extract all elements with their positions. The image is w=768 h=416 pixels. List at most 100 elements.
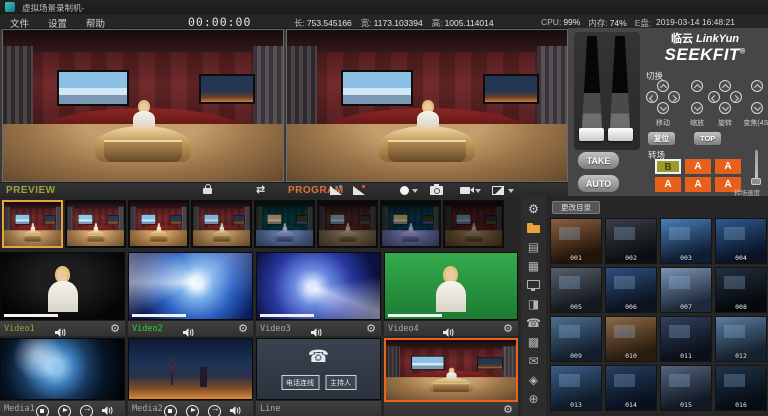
- line-source[interactable]: ☎ 电话连线 主持人 Line: [256, 338, 381, 416]
- menu-settings[interactable]: 设置: [44, 16, 71, 30]
- scene-thumb-016[interactable]: 016: [715, 365, 767, 411]
- image-dropdown-icon[interactable]: [508, 189, 514, 193]
- stop-icon[interactable]: [164, 405, 177, 416]
- menu-help[interactable]: 帮助: [82, 16, 109, 30]
- save-folder-icon[interactable]: [521, 221, 546, 237]
- mail-icon[interactable]: ✉: [521, 354, 546, 370]
- snapshot-camera-icon[interactable]: [430, 186, 443, 195]
- auto-button[interactable]: AUTO: [578, 175, 619, 192]
- transition-wipe-icon-1[interactable]: [330, 185, 343, 195]
- pad-4-down-button[interactable]: [751, 102, 763, 114]
- program-monitor[interactable]: [286, 29, 568, 182]
- play-icon[interactable]: [58, 405, 71, 416]
- lock-icon[interactable]: [203, 188, 212, 194]
- scene-thumb-003[interactable]: 003: [660, 218, 712, 264]
- settings-gear-icon[interactable]: ⚙: [521, 202, 546, 218]
- swap-icon[interactable]: ⇄: [256, 183, 265, 196]
- host-button[interactable]: 主持人: [325, 375, 356, 390]
- video4-source[interactable]: Video4 ⚙: [384, 252, 518, 336]
- pattern-icon[interactable]: ▩: [521, 335, 546, 351]
- transition-wipe-icon-2[interactable]: [353, 185, 366, 195]
- transition-a-button-2[interactable]: A: [715, 159, 741, 174]
- video1-source[interactable]: Video1 ⚙: [0, 252, 125, 336]
- pad-2-down-button[interactable]: [691, 102, 703, 114]
- speaker-icon[interactable]: [102, 402, 113, 416]
- reset-button[interactable]: 复位: [648, 132, 675, 145]
- transition-b-button[interactable]: B: [655, 159, 681, 174]
- record-dropdown-icon[interactable]: [412, 189, 418, 193]
- pad-3-left-button[interactable]: [708, 91, 720, 103]
- gear-icon[interactable]: ⚙: [503, 403, 513, 416]
- filmstrip-thumb-7[interactable]: [380, 200, 441, 248]
- pad-3-up-button[interactable]: [719, 80, 731, 92]
- loop-icon[interactable]: [80, 405, 93, 416]
- scene-thumb-007[interactable]: 007: [660, 267, 712, 313]
- network-icon[interactable]: ◈: [521, 373, 546, 389]
- scene-thumb-002[interactable]: 002: [605, 218, 657, 264]
- t-bar-handle-left[interactable]: [579, 128, 604, 141]
- pad-2-up-button[interactable]: [691, 80, 703, 92]
- scene-thumb-011[interactable]: 011: [660, 316, 712, 362]
- menu-file[interactable]: 文件: [6, 16, 33, 30]
- take-button[interactable]: TAKE: [578, 152, 619, 169]
- scene-thumb-015[interactable]: 015: [660, 365, 712, 411]
- scene-thumb-014[interactable]: 014: [605, 365, 657, 411]
- loop-icon[interactable]: [208, 405, 221, 416]
- pad-1-down-button[interactable]: [657, 102, 669, 114]
- record-icon[interactable]: [400, 186, 409, 195]
- brand-logo: 临云 LinkYun SEEKFIT®: [644, 34, 766, 63]
- filmstrip-thumb-3[interactable]: [128, 200, 189, 248]
- transition-a-button-1[interactable]: A: [685, 159, 711, 174]
- anchor-figure: [46, 266, 80, 312]
- pad-3-down-button[interactable]: [719, 102, 731, 114]
- scene-thumb-009[interactable]: 009: [550, 316, 602, 362]
- scene-thumb-004[interactable]: 004: [715, 218, 767, 264]
- preview-monitor[interactable]: [2, 29, 284, 182]
- filmstrip-thumb-8[interactable]: [443, 200, 504, 248]
- pad-1-up-button[interactable]: [657, 80, 669, 92]
- add-icon[interactable]: ⊕: [521, 392, 546, 408]
- scene-list-icon[interactable]: ▤: [521, 240, 546, 256]
- scene-thumb-012[interactable]: 012: [715, 316, 767, 362]
- pad-1-left-button[interactable]: [646, 91, 658, 103]
- image-panel-icon[interactable]: ◨: [521, 297, 546, 313]
- transition-speed-slider[interactable]: [751, 178, 761, 185]
- scene-thumb-005[interactable]: 005: [550, 267, 602, 313]
- video-capture-icon[interactable]: [460, 187, 470, 194]
- scene-thumb-006[interactable]: 006: [605, 267, 657, 313]
- filmstrip-thumb-4[interactable]: [191, 200, 252, 248]
- filmstrip-thumb-6[interactable]: [317, 200, 378, 248]
- filmstrip-thumb-5[interactable]: [254, 200, 315, 248]
- scene-thumb-010[interactable]: 010: [605, 316, 657, 362]
- filmstrip-thumb-1[interactable]: [2, 200, 63, 248]
- scene-thumb-008[interactable]: 008: [715, 267, 767, 313]
- transition-a-button-3[interactable]: A: [655, 177, 681, 192]
- t-bar-handle-right[interactable]: [608, 128, 633, 141]
- phone-connect-button[interactable]: 电话连线: [281, 375, 319, 390]
- top-button[interactable]: TOP: [694, 132, 721, 145]
- video2-source[interactable]: Video2 ⚙: [128, 252, 253, 336]
- play-icon[interactable]: [186, 405, 199, 416]
- scene-thumb-013[interactable]: 013: [550, 365, 602, 411]
- speaker-icon[interactable]: [230, 402, 241, 416]
- transition-a-button-4[interactable]: A: [685, 177, 711, 192]
- change-directory-button[interactable]: 更改目录: [552, 201, 600, 214]
- scene-thumb-001[interactable]: 001: [550, 218, 602, 264]
- gear-icon[interactable]: ⚙: [503, 322, 513, 336]
- pad-4-up-button[interactable]: [751, 80, 763, 92]
- phone-icon[interactable]: ☎: [521, 316, 546, 332]
- gear-icon[interactable]: ⚙: [110, 322, 120, 336]
- media2-source[interactable]: Media2: [128, 338, 253, 416]
- display-icon[interactable]: [521, 278, 546, 294]
- media1-source[interactable]: Media1: [0, 338, 125, 416]
- video3-source[interactable]: Video3 ⚙: [256, 252, 381, 336]
- video-dropdown-icon[interactable]: [475, 189, 481, 193]
- gear-icon[interactable]: ⚙: [238, 322, 248, 336]
- stop-icon[interactable]: [36, 405, 49, 416]
- gear-icon[interactable]: ⚙: [366, 322, 376, 336]
- pad-1-right-button[interactable]: [668, 91, 680, 103]
- image-output-icon[interactable]: [492, 186, 504, 195]
- active-scene-source[interactable]: ⚙: [384, 338, 518, 416]
- media-grid-icon[interactable]: ▦: [521, 259, 546, 275]
- filmstrip-thumb-2[interactable]: [65, 200, 126, 248]
